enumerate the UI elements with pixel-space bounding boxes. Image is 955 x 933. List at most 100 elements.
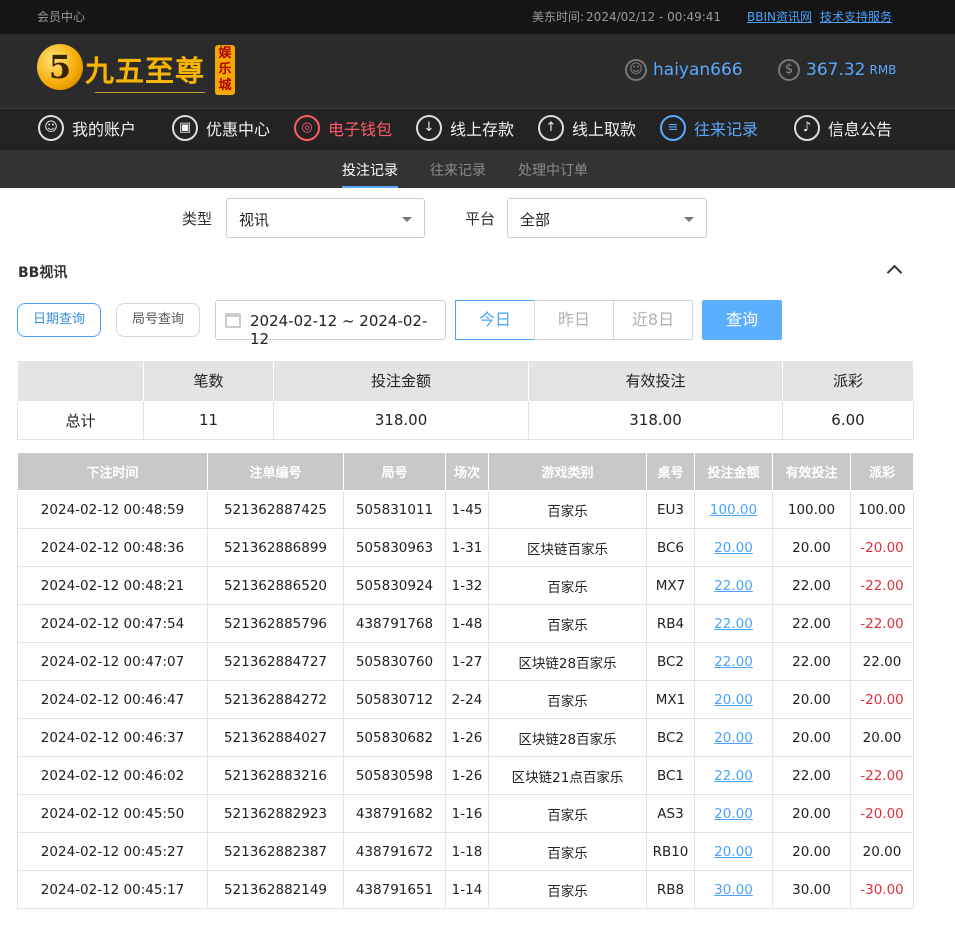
nav-my-account[interactable]: ☺ 我的账户: [38, 115, 136, 145]
valid-bet-cell: 22.00: [772, 604, 851, 643]
tab-pending-orders[interactable]: 处理中订单: [518, 160, 588, 180]
bbin-info-link[interactable]: BBIN资讯网: [747, 10, 812, 24]
round-id-cell: 505830760: [343, 642, 446, 681]
tech-support-link[interactable]: 技术支持服务: [820, 10, 892, 24]
round-id-cell: 438791768: [343, 604, 446, 643]
table-cell: BC1: [646, 756, 695, 795]
game-type-cell: 百家乐: [488, 832, 647, 871]
bet-amount-link[interactable]: 20.00: [714, 692, 753, 708]
detail-header-cell: 投注金额: [694, 452, 773, 491]
yesterday-button[interactable]: 昨日: [534, 300, 614, 340]
nav-withdraw[interactable]: ↑ 线上取款: [538, 115, 636, 145]
session-cell: 1-26: [445, 756, 489, 795]
search-button[interactable]: 查询: [702, 300, 782, 340]
nav-deposit[interactable]: ↓ 线上存款: [416, 115, 514, 145]
logo-coin-icon: 5: [37, 44, 83, 90]
date-range-input[interactable]: 2024-02-12 ~ 2024-02-12: [215, 300, 446, 348]
detail-header-cell: 桌号: [646, 452, 695, 491]
wallet-icon: ◎: [294, 115, 320, 141]
bet-amount-cell: 20.00: [694, 794, 773, 833]
round-id-cell: 505830682: [343, 718, 446, 757]
detail-header-cell: 场次: [445, 452, 489, 491]
table-cell: MX1: [646, 680, 695, 719]
round-id-cell: 505830963: [343, 528, 446, 567]
sub-tabs: 投注记录 往来记录 处理中订单: [0, 150, 955, 188]
member-center-label[interactable]: 会员中心: [37, 8, 85, 25]
logo[interactable]: 5 九五至尊 娱乐城: [37, 44, 237, 100]
bet-time-cell: 2024-02-12 00:45:17: [17, 870, 208, 909]
bet-amount-link[interactable]: 22.00: [714, 654, 753, 670]
payout-cell: -20.00: [850, 528, 914, 567]
summary-header-row: 笔数 投注金额 有效投注 派彩: [17, 360, 914, 401]
chevron-up-icon[interactable]: [887, 263, 901, 277]
tab-transfer-records[interactable]: 往来记录: [430, 160, 486, 180]
bet-amount-link[interactable]: 22.00: [714, 578, 753, 594]
summary-table: 笔数 投注金额 有效投注 派彩 总计 11 318.00 318.00 6.00: [17, 360, 914, 440]
bet-amount-link[interactable]: 100.00: [710, 502, 757, 518]
bet-id-cell: 521362884727: [207, 642, 344, 681]
nav-records[interactable]: ≡ 往来记录: [660, 115, 758, 145]
nav-promotions[interactable]: ▣ 优惠中心: [172, 115, 270, 145]
payout-cell: -22.00: [850, 756, 914, 795]
type-label: 类型: [182, 210, 213, 228]
bet-amount-link[interactable]: 22.00: [714, 616, 753, 632]
date-query-button[interactable]: 日期查询: [17, 303, 101, 337]
tab-bet-records[interactable]: 投注记录: [342, 160, 398, 188]
bet-amount-cell: 30.00: [694, 870, 773, 909]
last-8-days-button[interactable]: 近8日: [613, 300, 693, 340]
today-button[interactable]: 今日: [455, 300, 535, 340]
table-cell: EU3: [646, 490, 695, 529]
game-type-cell: 百家乐: [488, 566, 647, 605]
platform-select-value: 全部: [520, 211, 551, 229]
type-select[interactable]: 视讯: [226, 198, 425, 238]
bet-amount-link[interactable]: 20.00: [714, 806, 753, 822]
session-cell: 1-32: [445, 566, 489, 605]
session-cell: 1-18: [445, 832, 489, 871]
user-icon: ☺: [625, 59, 647, 81]
summary-cell: 318.00: [273, 400, 529, 440]
game-type-cell: 百家乐: [488, 604, 647, 643]
valid-bet-cell: 22.00: [772, 756, 851, 795]
game-type-cell: 百家乐: [488, 680, 647, 719]
bet-amount-cell: 20.00: [694, 680, 773, 719]
nav-announcements[interactable]: ♪ 信息公告: [794, 115, 892, 145]
session-cell: 1-31: [445, 528, 489, 567]
user-info[interactable]: ☺ haiyan666: [625, 59, 743, 83]
bet-id-cell: 521362886520: [207, 566, 344, 605]
summary-cell: 总计: [17, 400, 144, 440]
payout-cell: -30.00: [850, 870, 914, 909]
detail-header-cell: 有效投注: [772, 452, 851, 491]
balance-value: 367.32: [806, 60, 866, 80]
currency-label: RMB: [869, 63, 897, 77]
table-row: 2024-02-12 00:47:54 521362885796 438791768…: [17, 604, 914, 643]
platform-label: 平台: [465, 210, 496, 228]
logo-ornament: [95, 92, 205, 98]
platform-select[interactable]: 全部: [507, 198, 707, 238]
round-query-button[interactable]: 局号查询: [116, 303, 200, 337]
table-row: 2024-02-12 00:45:17 521362882149 438791651…: [17, 870, 914, 909]
bet-id-cell: 521362885796: [207, 604, 344, 643]
session-cell: 2-24: [445, 680, 489, 719]
bet-id-cell: 521362884027: [207, 718, 344, 757]
bet-amount-link[interactable]: 20.00: [714, 540, 753, 556]
bet-amount-link[interactable]: 20.00: [714, 730, 753, 746]
balance-info[interactable]: $367.32 RMB: [778, 59, 896, 83]
bell-icon: ♪: [794, 115, 820, 141]
game-type-cell: 百家乐: [488, 870, 647, 909]
nav-e-wallet[interactable]: ◎ 电子钱包: [294, 115, 392, 145]
bet-amount-link[interactable]: 30.00: [714, 882, 753, 898]
bet-amount-link[interactable]: 22.00: [714, 768, 753, 784]
payout-cell: -22.00: [850, 566, 914, 605]
bet-amount-link[interactable]: 20.00: [714, 844, 753, 860]
logo-tag: 娱乐城: [215, 45, 235, 95]
round-id-cell: 438791651: [343, 870, 446, 909]
round-id-cell: 505831011: [343, 490, 446, 529]
header: 5 九五至尊 娱乐城 ☺ haiyan666 $367.32 RMB: [0, 34, 955, 108]
bet-id-cell: 521362886899: [207, 528, 344, 567]
valid-bet-cell: 20.00: [772, 832, 851, 871]
summary-cell: 11: [143, 400, 274, 440]
bet-amount-cell: 20.00: [694, 718, 773, 757]
table-cell: RB8: [646, 870, 695, 909]
session-cell: 1-48: [445, 604, 489, 643]
main-nav: ☺ 我的账户 ▣ 优惠中心 ◎ 电子钱包 ↓ 线上存款 ↑ 线上取款 ≡ 往来记录 ♪ 信息公…: [0, 108, 955, 150]
